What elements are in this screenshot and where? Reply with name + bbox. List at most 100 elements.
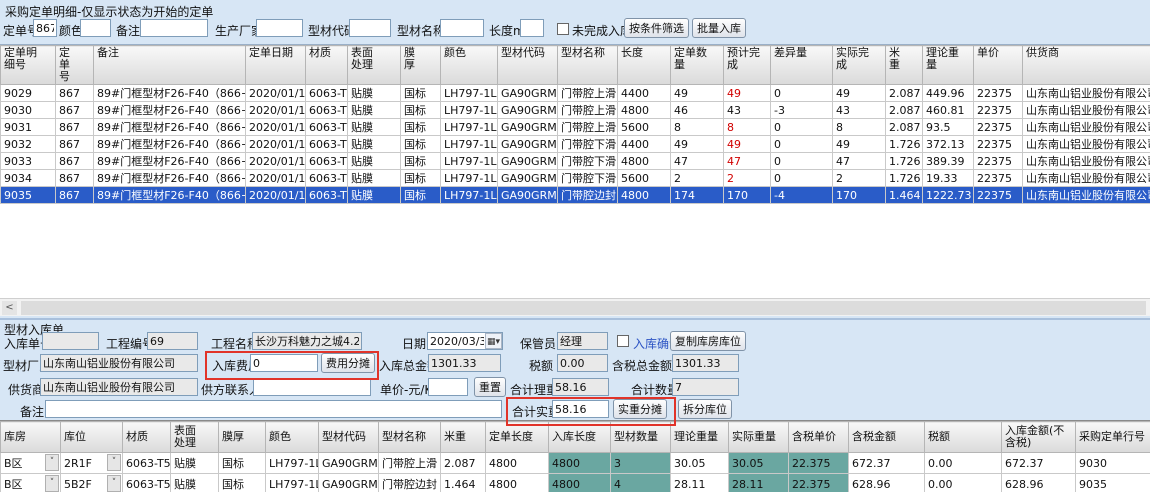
order-table-row[interactable]: 9030 867 89#门框型材F26-F40（866+867） 2020/01… (1, 102, 1150, 119)
col-theory-weight[interactable]: 理论重量 (923, 46, 974, 85)
scroll-left-icon[interactable]: < (2, 301, 17, 315)
col-meter-weight[interactable]: 米重 (886, 46, 923, 85)
chevron-down-icon[interactable]: ˅ (107, 454, 121, 471)
col-diff-qty[interactable]: 差异量 (771, 46, 833, 85)
col-actual-weight[interactable]: 实际重量 (729, 422, 789, 453)
col-material[interactable]: 材质 (306, 46, 348, 85)
inbound-table-row[interactable]: B区˅ 5B2F˅ 6063-T5 贴膜 国标 LH797-1LL0 GA90G… (1, 474, 1150, 492)
col-film[interactable]: 膜厚 (401, 46, 441, 85)
col-unit-price[interactable]: 单价 (974, 46, 1023, 85)
copy-warehouse-button[interactable]: 复制库房库位 (670, 331, 746, 351)
col-order-detail-no[interactable]: 定单明细号 (1, 46, 56, 85)
total-actual-weight-input[interactable] (552, 400, 609, 418)
col-order-length[interactable]: 定单长度 (486, 422, 549, 453)
unit-price-input[interactable] (428, 378, 468, 396)
cell-supplier: 山东南山铝业股份有限公司 (1023, 119, 1150, 136)
tax-input[interactable] (557, 354, 608, 372)
total-with-tax-input[interactable] (672, 354, 739, 372)
remark-filter-input[interactable] (140, 19, 208, 37)
split-location-button[interactable]: 拆分库位 (678, 399, 732, 419)
cell-theory-weight: 28.11 (671, 474, 729, 492)
cell-amount-no-tax: 672.37 (1002, 453, 1076, 474)
cell-actual-done: 170 (833, 187, 886, 204)
order-table-row[interactable]: 9033 867 89#门框型材F26-F40（866+867） 2020/01… (1, 153, 1150, 170)
col-profile-name[interactable]: 型材名称 (558, 46, 618, 85)
order-table-row[interactable]: 9029 867 89#门框型材F26-F40（866+867） 2020/01… (1, 85, 1150, 102)
col-profile-code[interactable]: 型材代码 (498, 46, 558, 85)
col-location[interactable]: 库位 (61, 422, 123, 453)
actual-weight-allocate-button[interactable]: 实重分摊 (613, 399, 667, 419)
supplier-input[interactable] (40, 378, 198, 396)
col-price-with-tax[interactable]: 含税单价 (789, 422, 849, 453)
chevron-down-icon[interactable]: ˅ (45, 475, 59, 492)
horizontal-scrollbar[interactable]: < (0, 298, 1150, 316)
order-table-row[interactable]: 9034 867 89#门框型材F26-F40（866+867） 2020/01… (1, 170, 1150, 187)
col-film[interactable]: 膜厚 (219, 422, 266, 453)
inbound-no-input[interactable] (42, 332, 99, 350)
col-material[interactable]: 材质 (123, 422, 171, 453)
col-profile-qty[interactable]: 型材数量 (611, 422, 671, 453)
col-expected-done[interactable]: 预计完成 (724, 46, 771, 85)
order-table-row[interactable]: 9035 867 89#门框型材F26-F40（866+867） 2020/01… (1, 187, 1150, 204)
col-theory-weight[interactable]: 理论重量 (671, 422, 729, 453)
chevron-down-icon[interactable]: ˅ (107, 475, 121, 492)
col-profile-name[interactable]: 型材名称 (379, 422, 441, 453)
inbound-panel: 型材入库单 入库单号 工程编号 工程名称 日期 ▦▾ 保管员 入库确认 复制库房… (0, 318, 1150, 492)
col-remark[interactable]: 备注 (94, 46, 246, 85)
warehouse-combobox[interactable]: B区˅ (1, 453, 61, 474)
inbound-fee-input[interactable] (250, 354, 318, 372)
cell-order-date: 2020/01/13 (246, 187, 306, 204)
chevron-down-icon[interactable]: ˅ (45, 454, 59, 471)
unfinished-inbound-checkbox[interactable] (557, 23, 569, 35)
col-actual-done[interactable]: 实际完成 (833, 46, 886, 85)
location-combobox[interactable]: 5B2F˅ (61, 474, 123, 492)
order-table-row[interactable]: 9032 867 89#门框型材F26-F40（866+867） 2020/01… (1, 136, 1150, 153)
col-warehouse[interactable]: 库房 (1, 422, 61, 453)
col-color[interactable]: 颜色 (441, 46, 498, 85)
col-supplier[interactable]: 供货商 (1023, 46, 1150, 85)
filter-by-condition-button[interactable]: 按条件筛选 (624, 18, 689, 38)
profile-factory-input[interactable] (40, 354, 198, 372)
order-no-input[interactable] (33, 19, 57, 37)
scrollbar-track[interactable] (21, 301, 1146, 315)
inbound-confirm-checkbox[interactable] (617, 335, 629, 347)
col-amount-no-tax[interactable]: 入库金额(不含税) (1002, 422, 1076, 453)
col-length[interactable]: 长度 (618, 46, 671, 85)
location-combobox[interactable]: 2R1F˅ (61, 453, 123, 474)
warehouse-combobox[interactable]: B区˅ (1, 474, 61, 492)
profile-code-filter-input[interactable] (349, 19, 391, 37)
batch-inbound-button[interactable]: 批量入库 (692, 18, 746, 38)
col-surface[interactable]: 表面处理 (171, 422, 219, 453)
keeper-input[interactable] (557, 332, 608, 350)
project-name-input[interactable] (252, 332, 362, 350)
cell-theory-weight: 93.5 (923, 119, 974, 136)
note-input[interactable] (45, 400, 502, 418)
calendar-dropdown-icon[interactable]: ▦▾ (485, 333, 502, 349)
inbound-table-row[interactable]: B区˅ 2R1F˅ 6063-T5 贴膜 国标 LH797-1LL0 GA90G… (1, 453, 1150, 474)
col-order-date[interactable]: 定单日期 (246, 46, 306, 85)
fee-allocate-button[interactable]: 费用分摊 (321, 353, 375, 373)
manufacturer-input[interactable] (256, 19, 303, 37)
color-filter-input[interactable] (80, 19, 111, 37)
col-color[interactable]: 颜色 (266, 422, 319, 453)
cell-profile-name: 门带腔上滑 (558, 102, 618, 119)
length-filter-input[interactable] (520, 19, 544, 37)
col-surface[interactable]: 表面处理 (348, 46, 401, 85)
col-order-no[interactable]: 定单号 (56, 46, 94, 85)
project-no-input[interactable] (147, 332, 198, 350)
supplier-contact-input[interactable] (253, 378, 371, 396)
col-po-line-no[interactable]: 采购定单行号 (1076, 422, 1150, 453)
col-inbound-length[interactable]: 入库长度 (549, 422, 611, 453)
cell-profile-qty: 4 (611, 474, 671, 492)
inbound-total-input[interactable] (428, 354, 501, 372)
profile-name-filter-input[interactable] (440, 19, 484, 37)
reset-button[interactable]: 重置 (474, 377, 506, 397)
col-amount-with-tax[interactable]: 含税金额 (849, 422, 925, 453)
col-order-qty[interactable]: 定单数量 (671, 46, 724, 85)
col-tax[interactable]: 税额 (925, 422, 1002, 453)
col-meter-weight[interactable]: 米重 (441, 422, 486, 453)
order-table-row[interactable]: 9031 867 89#门框型材F26-F40（866+867） 2020/01… (1, 119, 1150, 136)
total-theory-weight-input[interactable] (552, 378, 609, 396)
total-quantity-input[interactable] (672, 378, 739, 396)
col-profile-code[interactable]: 型材代码 (319, 422, 379, 453)
